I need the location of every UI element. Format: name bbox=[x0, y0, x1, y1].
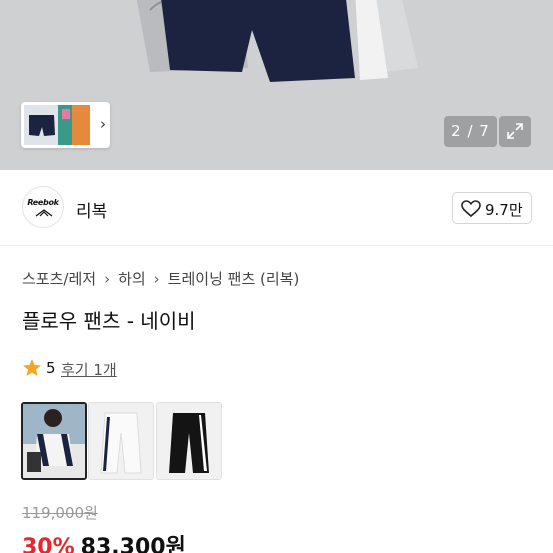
breadcrumb-item[interactable]: 트레이닝 팬츠 (리복) bbox=[168, 270, 300, 288]
thumbnail-images bbox=[24, 105, 90, 145]
option-thumbnail-white[interactable] bbox=[88, 402, 154, 480]
rating-score: 5 bbox=[46, 359, 56, 377]
reebok-delta-icon bbox=[35, 209, 53, 217]
sale-price: 83,300원 bbox=[80, 535, 186, 553]
option-thumbnail-model[interactable] bbox=[21, 402, 87, 480]
expand-button[interactable] bbox=[499, 116, 531, 147]
brand-name[interactable]: 리복 bbox=[76, 197, 107, 222]
brand-logo-text: Reebok bbox=[27, 198, 59, 207]
black-pants bbox=[157, 403, 221, 479]
option-thumbnail-black[interactable] bbox=[156, 402, 222, 480]
like-button[interactable]: 9.7만 bbox=[452, 192, 532, 224]
chevron-right-icon: › bbox=[153, 270, 160, 288]
breadcrumb-item[interactable]: 하의 bbox=[118, 270, 146, 288]
star-icon bbox=[23, 359, 41, 376]
brand-row: Reebok 리복 9.7만 bbox=[0, 170, 553, 246]
like-count: 9.7만 bbox=[485, 201, 523, 219]
discount-rate: 30% bbox=[22, 535, 75, 553]
chevron-right-icon: › bbox=[104, 270, 111, 288]
thumbnail-strip[interactable]: › bbox=[21, 102, 110, 148]
chevron-right-icon: › bbox=[100, 115, 106, 133]
model-photo bbox=[23, 404, 85, 478]
image-counter: 2 / 7 bbox=[444, 116, 497, 147]
product-image-gallery[interactable]: › 2 / 7 bbox=[0, 0, 553, 170]
white-pants bbox=[89, 403, 153, 479]
review-link[interactable]: 후기 1개 bbox=[61, 359, 117, 380]
product-main-image bbox=[136, 0, 418, 82]
breadcrumb: 스포츠/레저 › 하의 › 트레이닝 팬츠 (리복) bbox=[22, 268, 299, 289]
breadcrumb-item[interactable]: 스포츠/레저 bbox=[22, 270, 96, 288]
price-row: 30% 83,300원 bbox=[22, 529, 186, 553]
brand-logo[interactable]: Reebok bbox=[22, 186, 64, 228]
expand-icon bbox=[507, 123, 523, 139]
product-title: 플로우 팬츠 - 네이비 bbox=[22, 309, 196, 333]
heart-outline-icon bbox=[461, 200, 481, 218]
original-price: 119,000원 bbox=[22, 504, 98, 522]
